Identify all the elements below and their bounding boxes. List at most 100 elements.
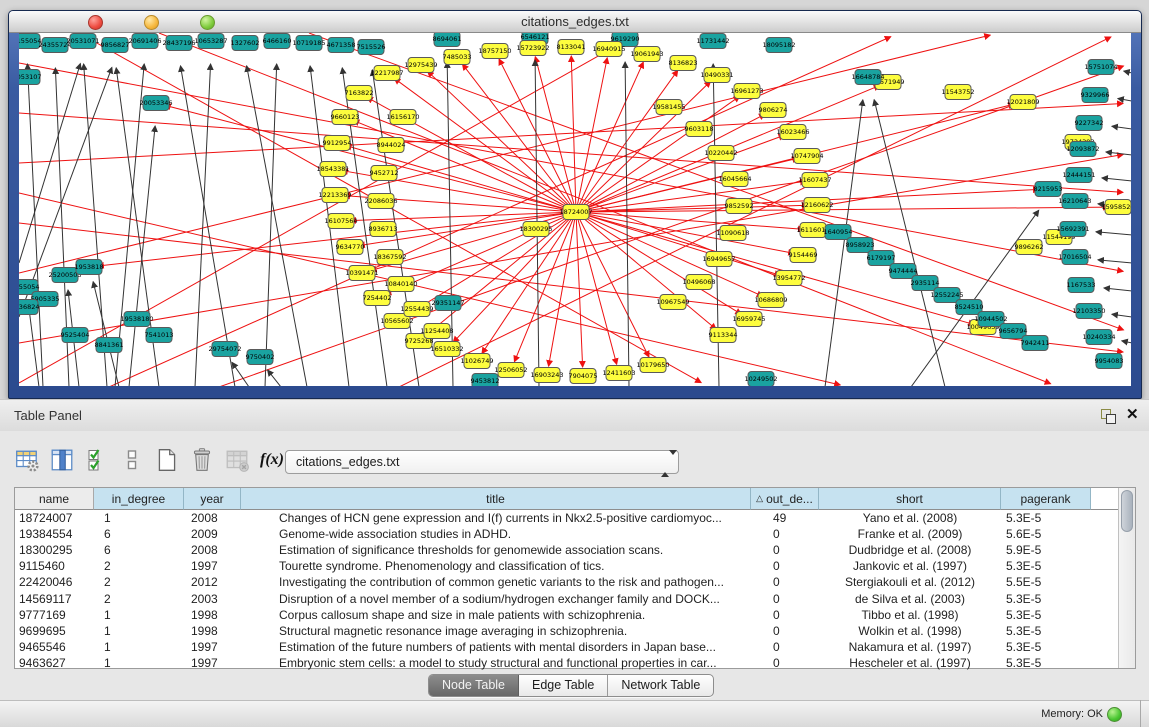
table-scrollbar-thumb[interactable]	[1121, 490, 1133, 532]
cell-year[interactable]: 1997	[184, 656, 241, 670]
graph-node[interactable]: 10967549	[656, 295, 689, 310]
graph-node[interactable]: 6466160	[263, 34, 292, 49]
cell-short[interactable]: Dudbridge et al. (2008)	[819, 543, 1001, 557]
graph-node[interactable]: 11026749	[460, 354, 493, 369]
graph-node[interactable]: 9750402	[246, 350, 275, 365]
cell-short[interactable]: Hescheler et al. (1997)	[819, 656, 1001, 670]
graph-node[interactable]: 8136823	[669, 56, 698, 71]
cell-in-degree[interactable]: 1	[94, 624, 184, 638]
cell-pagerank[interactable]: 5.9E-5	[1001, 543, 1091, 557]
graph-node[interactable]: 16648784	[851, 70, 884, 85]
graph-node[interactable]: 16903243	[530, 368, 563, 383]
graph-node[interactable]: 10220442	[704, 146, 737, 161]
cell-pagerank[interactable]: 5.3E-5	[1001, 624, 1091, 638]
graph-node[interactable]: 12217987	[370, 66, 403, 81]
column-header-year[interactable]: year	[184, 488, 241, 510]
graph-node[interactable]: 16045664	[718, 172, 751, 187]
graph-node[interactable]: 18757150	[478, 44, 511, 59]
minimize-window-button[interactable]	[144, 15, 159, 30]
graph-node[interactable]: 16949657	[702, 252, 735, 267]
cell-in-degree[interactable]: 1	[94, 608, 184, 622]
graph-node[interactable]: 10490331	[700, 68, 733, 83]
tab-network-table[interactable]: Network Table	[608, 675, 713, 696]
graph-node[interactable]: 1953818	[75, 260, 104, 275]
tab-node-table[interactable]: Node Table	[429, 675, 519, 696]
cell-pagerank[interactable]: 5.3E-5	[1001, 608, 1091, 622]
cell-pagerank[interactable]: 5.3E-5	[1001, 511, 1091, 525]
cell-pagerank[interactable]: 5.6E-5	[1001, 527, 1091, 541]
graph-node[interactable]: 11607437	[798, 173, 831, 188]
cell-in-degree[interactable]: 1	[94, 656, 184, 670]
graph-node[interactable]: 10747904	[790, 149, 823, 164]
cell-year[interactable]: 1997	[184, 559, 241, 573]
cell-in-degree[interactable]: 6	[94, 527, 184, 541]
graph-node[interactable]: 9113344	[709, 328, 738, 343]
graph-node[interactable]: 10240334	[1082, 330, 1115, 345]
cell-title[interactable]: Estimation of significance thresholds fo…	[241, 543, 751, 557]
cell-name[interactable]: 9115460	[15, 559, 94, 573]
cell-name[interactable]: 18724007	[15, 511, 94, 525]
cell-year[interactable]: 1998	[184, 608, 241, 622]
cell-out-degree[interactable]: 0	[751, 608, 819, 622]
graph-node[interactable]: 10249502	[744, 372, 777, 387]
graph-node[interactable]: 29351147	[431, 296, 464, 311]
graph-node[interactable]: 18300295	[519, 222, 552, 237]
cell-year[interactable]: 2009	[184, 527, 241, 541]
graph-node[interactable]: 9453812	[471, 374, 500, 387]
table-row[interactable]: 946554611997Estimation of the future num…	[15, 639, 1118, 655]
graph-node[interactable]: 10686809	[754, 293, 787, 308]
cell-name[interactable]: 9465546	[15, 640, 94, 654]
zoom-window-button[interactable]	[200, 15, 215, 30]
table-row[interactable]: 969969511998Structural magnetic resonanc…	[15, 623, 1118, 639]
graph-node[interactable]: 11731442	[696, 34, 729, 49]
cell-short[interactable]: Nakamura et al. (1997)	[819, 640, 1001, 654]
cell-short[interactable]: de Silva et al. (2003)	[819, 592, 1001, 606]
memory-ok-indicator[interactable]	[1107, 707, 1122, 722]
graph-node[interactable]: 11543752	[941, 85, 974, 100]
graph-node[interactable]: 7485033	[443, 50, 472, 65]
graph-node[interactable]: 16107564	[324, 214, 357, 229]
cell-in-degree[interactable]: 2	[94, 592, 184, 606]
cell-title[interactable]: Structural magnetic resonance image aver…	[241, 624, 751, 638]
graph-node[interactable]: 2053107	[19, 70, 41, 85]
graph-node[interactable]: 16210643	[1058, 194, 1091, 209]
graph-node[interactable]: 18543381	[316, 162, 349, 177]
network-window-titlebar[interactable]: citations_edges.txt	[9, 11, 1141, 33]
graph-node[interactable]: 7904075	[569, 369, 598, 384]
cell-title[interactable]: Corpus callosum shape and size in male p…	[241, 608, 751, 622]
table-network-select[interactable]: citations_edges.txt	[285, 450, 679, 474]
cell-out-degree[interactable]: 0	[751, 592, 819, 606]
cell-year[interactable]: 2012	[184, 575, 241, 589]
graph-node[interactable]: 4671358	[327, 38, 356, 53]
cell-out-degree[interactable]: 0	[751, 559, 819, 573]
cell-year[interactable]: 2008	[184, 511, 241, 525]
cell-name[interactable]: 18300295	[15, 543, 94, 557]
graph-node[interactable]: 17016504	[1058, 250, 1091, 265]
graph-node[interactable]: 9154469	[789, 248, 818, 263]
graph-node[interactable]: 12021809	[1006, 95, 1039, 110]
cell-short[interactable]: Jankovic et al. (1997)	[819, 559, 1001, 573]
graph-node[interactable]: 9660123	[331, 110, 360, 125]
cell-pagerank[interactable]: 5.3E-5	[1001, 592, 1091, 606]
graph-node[interactable]: 29754072	[208, 342, 241, 357]
graph-node[interactable]: 8841361	[95, 338, 124, 353]
graph-node[interactable]: 12213369	[318, 188, 351, 203]
cell-out-degree[interactable]: 0	[751, 656, 819, 670]
graph-node[interactable]: 15958520	[1101, 200, 1131, 215]
column-header-short[interactable]: short	[819, 488, 1001, 510]
cell-title[interactable]: Disruption of a novel member of a sodium…	[241, 592, 751, 606]
cell-short[interactable]: Stergiakouli et al. (2012)	[819, 575, 1001, 589]
graph-node[interactable]: 15692391	[1056, 222, 1089, 237]
graph-node[interactable]: 9912954	[323, 136, 352, 151]
graph-node[interactable]: 19581455	[652, 100, 685, 115]
cell-title[interactable]: Changes of HCN gene expression and I(f) …	[241, 511, 751, 525]
graph-node[interactable]: 13954772	[772, 271, 805, 286]
cell-in-degree[interactable]: 1	[94, 511, 184, 525]
cell-short[interactable]: Tibbo et al. (1998)	[819, 608, 1001, 622]
column-header-in-degree[interactable]: in_degree	[94, 488, 184, 510]
close-window-button[interactable]	[88, 15, 103, 30]
graph-node[interactable]: 12093872	[1066, 142, 1099, 157]
cell-year[interactable]: 1997	[184, 640, 241, 654]
graph-node[interactable]: 12506052	[494, 363, 527, 378]
table-row[interactable]: 911546021997Tourette syndrome. Phenomeno…	[15, 558, 1118, 574]
